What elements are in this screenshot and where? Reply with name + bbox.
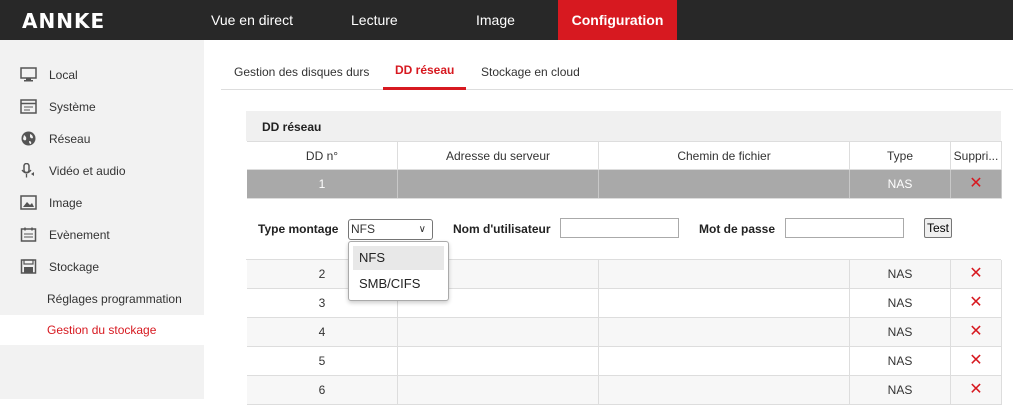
monitor-icon [20,67,37,82]
sidebar-item-label: Evènement [49,228,110,242]
delete-button[interactable]: ✕ [951,170,1002,198]
sidebar-item-label: Réseau [49,132,91,146]
sidebar-item-network[interactable]: Réseau [0,124,204,154]
cell-type: NAS [850,376,951,404]
username-label: Nom d'utilisateur [453,222,551,236]
annke-logo: ANNKE [22,9,106,33]
close-icon: ✕ [969,265,983,282]
cell-type: NAS [850,260,951,288]
sidebar-item-label: Vidéo et audio [49,164,126,178]
cell-type: NAS [850,318,951,346]
delete-button[interactable]: ✕ [951,376,1002,404]
delete-button[interactable]: ✕ [951,347,1002,375]
tab-cloud-storage[interactable]: Stockage en cloud [481,65,580,79]
close-icon: ✕ [969,323,983,340]
sidebar-subitem-label: Réglages programmation [47,292,182,306]
cell-hdd-no: 6 [247,376,398,404]
sidebar-subitem-label: Gestion du stockage [47,323,157,337]
panel-title: DD réseau [262,120,322,134]
cell-file-path[interactable] [599,318,850,346]
table-row[interactable]: 4 NAS ✕ [247,318,1002,347]
sidebar: Local Système Réseau Vidéo et audio Imag… [0,40,204,399]
cell-file-path[interactable] [599,260,850,288]
sidebar-item-event[interactable]: Evènement [0,220,204,250]
system-icon [20,99,37,114]
cell-hdd-no: 5 [247,347,398,375]
column-header-delete: Suppri... [951,142,1002,169]
password-label: Mot de passe [699,222,776,236]
column-header-type: Type [850,142,951,169]
cell-hdd-no: 4 [247,318,398,346]
topnav-live-view[interactable]: Vue en direct [211,0,293,40]
sidebar-item-label: Système [49,100,96,114]
password-input[interactable] [785,218,904,238]
topnav-playback[interactable]: Lecture [351,0,398,40]
cell-server-address[interactable] [398,170,599,198]
test-button[interactable]: Test [924,218,952,238]
tab-hdd-management[interactable]: Gestion des disques durs [234,65,369,79]
mount-type-value: NFS [351,222,375,236]
tab-bar: Gestion des disques durs DD réseau Stock… [221,40,1013,90]
table-row[interactable]: 5 NAS ✕ [247,347,1002,376]
cell-file-path[interactable] [599,347,850,375]
topnav-configuration[interactable]: Configuration [558,0,677,40]
option-nfs[interactable]: NFS [353,246,444,270]
column-header-hdd-no: DD n° [247,142,398,169]
cell-hdd-no: 1 [247,170,398,198]
sidebar-item-local[interactable]: Local [0,60,204,90]
chevron-down-icon: ∨ [418,224,426,235]
sidebar-subitem-storage-management[interactable]: Gestion du stockage [0,315,204,345]
close-icon: ✕ [969,352,983,369]
cell-server-address[interactable] [398,376,599,404]
active-tab-indicator [383,87,466,90]
close-icon: ✕ [969,381,983,398]
table-row[interactable]: 6 NAS ✕ [247,376,1002,405]
image-icon [20,195,37,210]
cell-type: NAS [850,170,951,198]
mount-type-label: Type montage [258,222,339,236]
topnav-image[interactable]: Image [476,0,515,40]
disk-icon [20,259,37,274]
cell-file-path[interactable] [599,170,850,198]
microphone-icon [21,163,34,178]
top-bar: ANNKE Vue en direct Lecture Image Config… [0,0,1013,40]
sidebar-item-image[interactable]: Image [0,188,204,218]
table-row-selected[interactable]: 1 NAS ✕ [247,170,1002,199]
delete-button[interactable]: ✕ [951,260,1002,288]
sidebar-item-label: Image [49,196,83,210]
cell-file-path[interactable] [599,376,850,404]
mount-type-select[interactable]: NFS ∨ [348,219,433,240]
sidebar-subitem-schedule[interactable]: Réglages programmation [0,284,204,314]
globe-icon [21,131,36,146]
sidebar-item-label: Stockage [49,260,100,274]
cell-type: NAS [850,347,951,375]
column-header-server-address: Adresse du serveur [398,142,599,169]
cell-server-address[interactable] [398,318,599,346]
mount-type-dropdown: NFS SMB/CIFS [348,241,449,301]
column-header-file-path: Chemin de fichier [599,142,850,169]
option-smb-cifs[interactable]: SMB/CIFS [353,272,444,296]
panel-header: DD réseau [246,111,1001,141]
tab-network-hdd[interactable]: DD réseau [395,63,454,77]
cell-file-path[interactable] [599,289,850,317]
username-input[interactable] [560,218,679,238]
sidebar-item-label: Local [49,68,78,82]
table-header-row: DD n° Adresse du serveur Chemin de fichi… [247,141,1002,170]
sidebar-item-storage[interactable]: Stockage [0,252,204,282]
sidebar-item-video-audio[interactable]: Vidéo et audio [0,156,204,186]
delete-button[interactable]: ✕ [951,289,1002,317]
cell-server-address[interactable] [398,347,599,375]
close-icon: ✕ [969,175,983,192]
calendar-icon [20,227,37,242]
delete-button[interactable]: ✕ [951,318,1002,346]
close-icon: ✕ [969,294,983,311]
cell-type: NAS [850,289,951,317]
sidebar-item-system[interactable]: Système [0,92,204,122]
